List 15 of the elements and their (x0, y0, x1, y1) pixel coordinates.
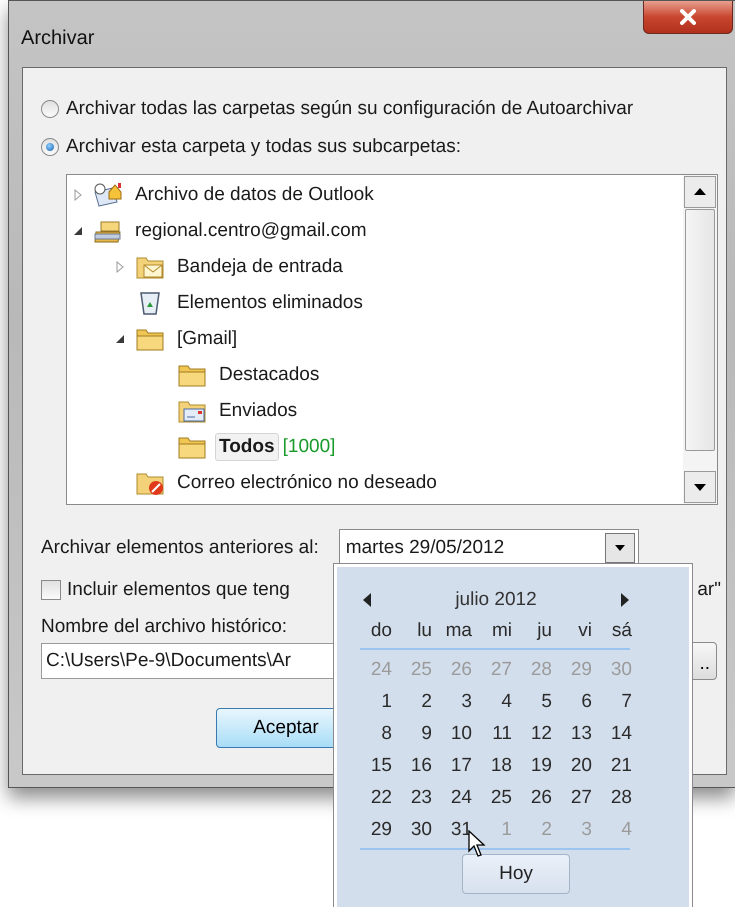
radio-label: Archivar esta carpeta y todas sus subcarpetas: (66, 136, 461, 158)
weekday-label: ju (536, 620, 553, 642)
weekday-label: sá (610, 620, 633, 642)
item-count: [1000] (282, 436, 336, 458)
checkbox-label: ar" (697, 579, 721, 601)
weekday-label: mi (490, 620, 513, 642)
weekday-label: ma (444, 620, 473, 642)
weekday-label: vi (577, 620, 593, 642)
file-name-label: Nombre del archivo histórico: (41, 616, 288, 638)
weekday-label: do (370, 620, 393, 642)
radio-label: Archivar todas las carpetas según su configuración de Autoarchivar (66, 98, 634, 120)
date-label: Archivar elementos anteriores al: (41, 537, 319, 559)
weekday-label: lu (416, 620, 433, 642)
checkbox-label: Incluir elementos que teng (67, 579, 290, 601)
window-title: Archivar (21, 26, 94, 50)
